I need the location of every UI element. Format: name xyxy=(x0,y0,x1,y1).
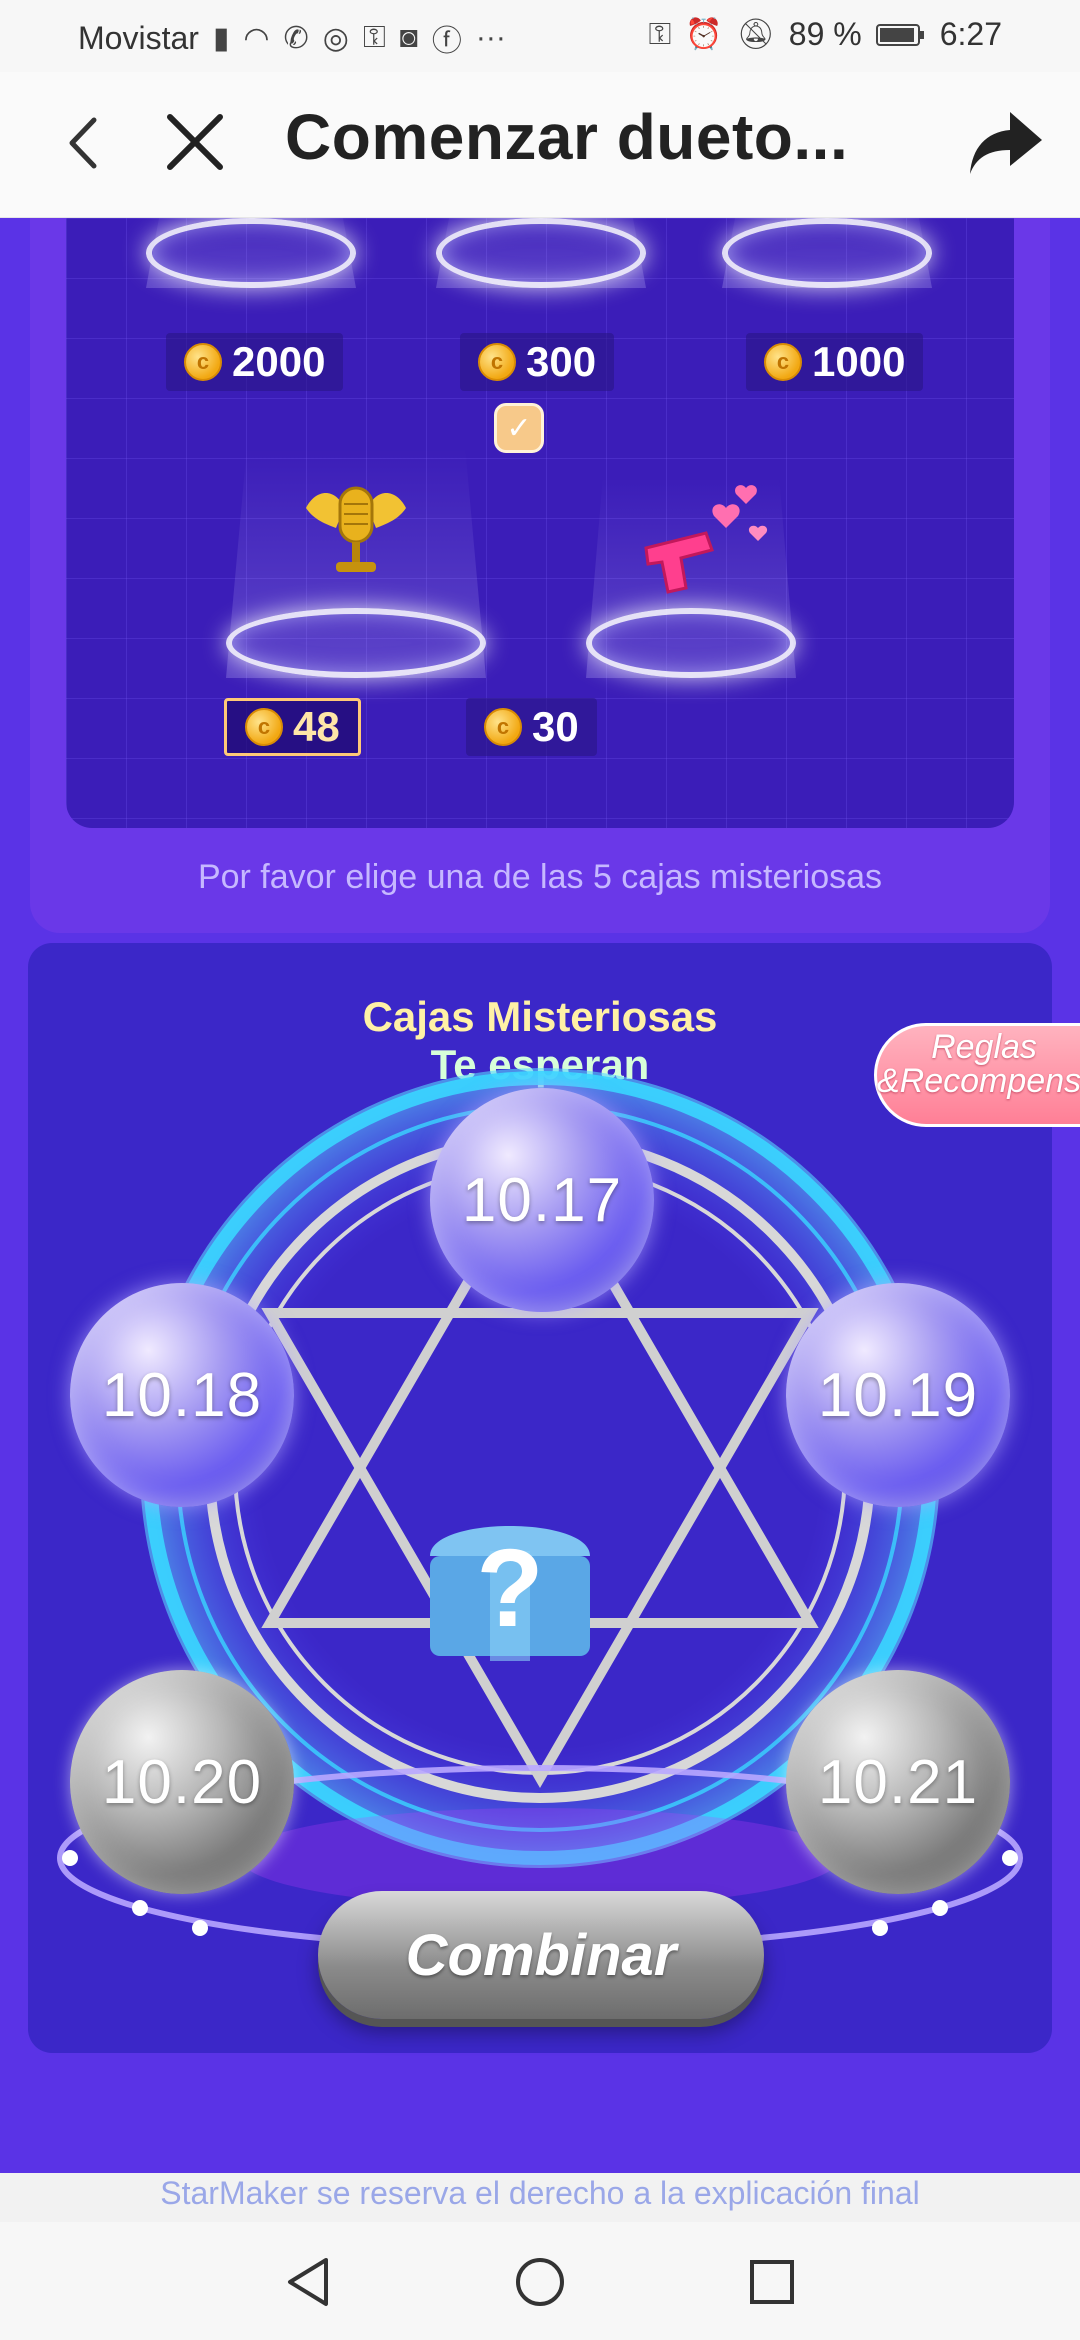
vpn-key-icon: ⚿ xyxy=(648,17,672,51)
mystery-bubble-1019[interactable]: 10.19 xyxy=(786,1283,1010,1507)
selected-check-icon: ✓ xyxy=(494,403,544,453)
phone-icon: ✆ xyxy=(283,21,309,55)
more-icon: ··· xyxy=(475,21,506,54)
heart-gun-icon xyxy=(644,485,768,594)
gift-price-tag[interactable]: c 30 xyxy=(466,698,597,756)
gift-pedestal[interactable] xyxy=(722,218,932,288)
battery-icon xyxy=(875,23,924,46)
gift-price-tag-selected[interactable]: c 48 xyxy=(224,698,361,756)
clock: 6:27 xyxy=(939,16,1002,52)
close-icon[interactable] xyxy=(160,102,230,182)
alarm-icon: ⏰ xyxy=(685,18,723,51)
coin-icon: c xyxy=(184,343,222,381)
mystery-bubble-1018[interactable]: 10.18 xyxy=(70,1283,294,1507)
svg-text:?: ? xyxy=(476,1527,543,1650)
coin-icon: c xyxy=(478,343,516,381)
mute-icon: 🔕︎ xyxy=(736,18,775,51)
mystery-chest-icon[interactable]: ? xyxy=(410,1496,610,1676)
nav-back-icon[interactable] xyxy=(278,2252,338,2312)
page-title: Comenzar dueto... xyxy=(285,101,849,173)
coin-icon: c xyxy=(245,708,283,746)
gift-pedestal[interactable] xyxy=(436,218,646,288)
back-chevron-icon[interactable] xyxy=(52,108,122,178)
gift-picker-grid: c 2000 c 300 c 1000 ✓ c 48 c 30 xyxy=(66,218,1014,828)
gift-pedestal[interactable] xyxy=(146,218,356,288)
footer-note-band: StarMaker se reserva el derecho a la exp… xyxy=(0,2173,1080,2223)
mystery-bubble-1017[interactable]: 10.17 xyxy=(430,1088,654,1312)
coin-icon: c xyxy=(764,343,802,381)
carrier-label: Movistar xyxy=(78,19,199,56)
app-icon: ◎ xyxy=(322,21,349,55)
picker-hint: Por favor elige una de las 5 cajas miste… xyxy=(197,858,883,896)
notification-icon: ◙ xyxy=(399,21,418,54)
signal-icon: ▮ xyxy=(212,21,230,55)
app-bar: Comenzar dueto... xyxy=(0,72,1080,218)
gift-pedestal-microphone[interactable] xyxy=(226,448,486,678)
mystery-bubble-1020[interactable]: 10.20 xyxy=(70,1670,294,1894)
golden-microphone-icon xyxy=(306,486,406,572)
mystery-bubble-1021[interactable]: 10.21 xyxy=(786,1670,1010,1894)
nav-home-icon[interactable] xyxy=(510,2252,570,2312)
facebook-icon: ⓕ xyxy=(431,25,462,58)
gift-price-tag[interactable]: c 2000 xyxy=(166,333,344,391)
rules-rewards-button[interactable]: Reglas &Recompensas xyxy=(874,1023,1080,1127)
combine-button[interactable]: Combinar xyxy=(318,1891,764,2019)
gift-price-tag[interactable]: c 1000 xyxy=(746,333,924,391)
coin-icon: c xyxy=(484,708,522,746)
gift-picker-panel: c 2000 c 300 c 1000 ✓ c 48 c 30 Por favo… xyxy=(30,218,1050,933)
gift-price-tag[interactable]: c 300 xyxy=(460,333,615,391)
system-nav-bar xyxy=(0,2222,1080,2340)
gift-pedestal-heart-gun[interactable] xyxy=(586,478,796,678)
battery-percent: 89 % xyxy=(788,16,862,52)
share-icon[interactable] xyxy=(966,102,1046,182)
wifi-icon: ◠ xyxy=(243,21,270,55)
nav-recents-icon[interactable] xyxy=(742,2252,802,2312)
main-content: c 2000 c 300 c 1000 ✓ c 48 c 30 Por favo… xyxy=(0,218,1080,2173)
status-bar: Movistar ▮ ◠ ✆ ◎ ⚿ ◙ ⓕ ··· ⚿ ⏰ 🔕︎ 89 % 6… xyxy=(0,0,1080,72)
key-icon: ⚿ xyxy=(362,21,386,54)
footer-note: StarMaker se reserva el derecho a la exp… xyxy=(160,2175,920,2211)
